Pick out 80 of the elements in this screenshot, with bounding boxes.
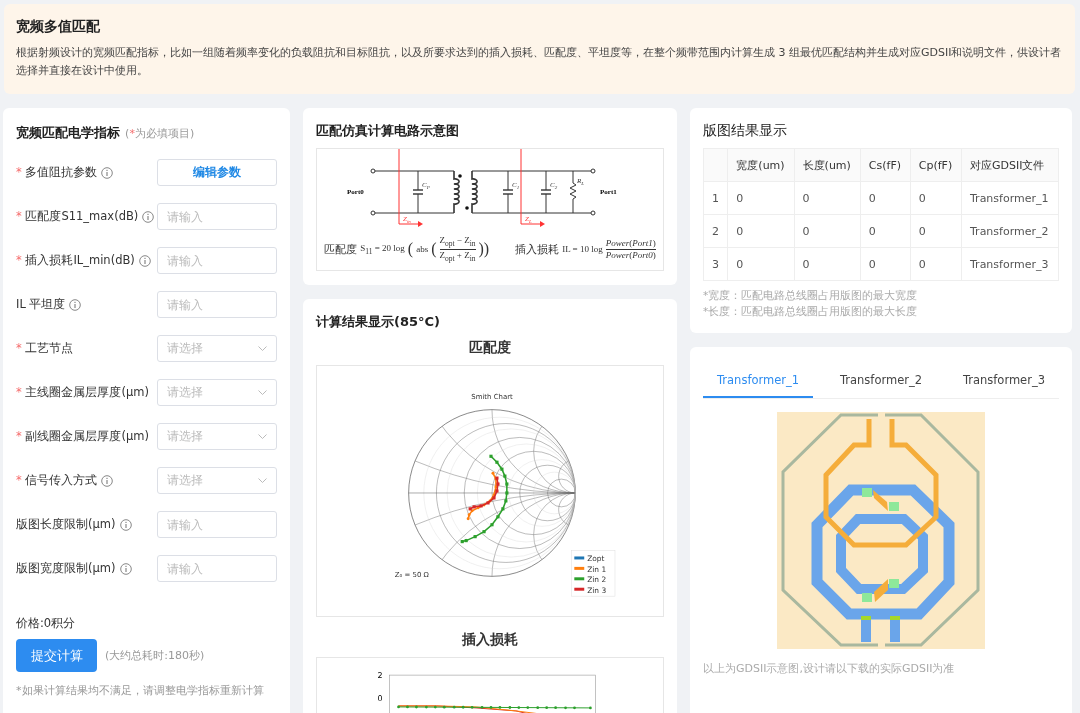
select-field[interactable]: 请选择 (157, 335, 277, 362)
chevron-down-icon (258, 433, 267, 440)
select-field[interactable]: 请选择 (157, 423, 277, 450)
fraction-text: Z$_{opt}$ − Z$_{in}$ Z$_{opt}$ + Z$_{in}$ (439, 235, 476, 264)
table-cell: Transformer_2 (961, 214, 1059, 248)
section-title: 宽频匹配电学指标 (16, 125, 120, 140)
chevron-down-icon (258, 345, 267, 352)
field-label: * 副线圈金属层厚度(μm) (16, 429, 149, 444)
field-label: * 多值阻抗参数 (16, 165, 98, 180)
column-header: 长度(um) (794, 148, 861, 182)
table-cell: 3 (703, 247, 728, 281)
transformer-tab[interactable]: Transformer_1 (703, 367, 814, 398)
field-label: * 主线圈金属层厚度(μm) (16, 385, 149, 400)
tick-label: 2 (377, 670, 383, 680)
table-cell: 0 (910, 181, 962, 215)
table-cell: 2 (703, 214, 728, 248)
table-cell: 0 (860, 214, 911, 248)
table-note: *长度：匹配电路总线圈占用版图的最大长度 (703, 304, 919, 319)
field-label: * 匹配度S11_max(dB) (16, 209, 139, 224)
select-field[interactable]: 请选择 (157, 467, 277, 494)
table-cell: 0 (727, 181, 795, 215)
table-cell: 0 (794, 214, 861, 248)
transformer-tab[interactable]: Transformer_3 (948, 367, 1059, 398)
price-text: 价格:0积分 (16, 616, 77, 631)
field-label: 版图宽度限制(μm) (16, 561, 116, 576)
table-cell: 0 (727, 247, 795, 281)
field-label: IL 平坦度 (16, 297, 66, 312)
tick-label: 0 (377, 693, 383, 703)
edit-params-button[interactable]: 编辑参数 (157, 159, 277, 186)
submit-button[interactable]: 提交计算 (16, 639, 97, 672)
column-header: 对应GDSII文件 (961, 148, 1059, 182)
column-header: 宽度(um) (727, 148, 795, 182)
dot-icon (458, 174, 462, 178)
field-label: 版图长度限制(μm) (16, 517, 116, 532)
field-label: * 信号传入方式 (16, 473, 98, 488)
formula-text: ( (431, 240, 437, 259)
table-note: *宽度：匹配电路总线圈占用版图的最大宽度 (703, 288, 919, 303)
transformer-tab[interactable]: Transformer_2 (825, 367, 937, 398)
column-header: Cs(fF) (860, 148, 911, 182)
preview-caption: 以上为GDSII示意图,设计请以下载的实际GDSII为准 (703, 661, 956, 676)
field-label: * 插入损耗IL_min(dB) (16, 253, 135, 268)
input-field[interactable]: 请输入 (157, 291, 277, 318)
formula-text: S$_{11}$ = 20 log (360, 242, 405, 256)
dot-icon (465, 206, 469, 210)
page-description: 根据射频设计的宽频匹配指标，比如一组随着频率变化的负载阻抗和目标阻抗，以及所要求达到的插入损耗、匹配度、平坦度等，在整个频带范围内计算生成 3 组最优匹配结构并生成对应GDSII和说明文件，供设计者选择并直接在设计中使用。 (16, 45, 1063, 79)
table-cell: 1 (703, 181, 728, 215)
required-note: (*为必填项目) (125, 127, 195, 140)
table-cell: 0 (794, 247, 861, 281)
formula-text: ( (407, 240, 414, 259)
chart-heading: 匹配度 (468, 338, 512, 357)
table-cell: 0 (794, 181, 861, 215)
table-cell: 0 (910, 214, 962, 248)
section-title: 匹配仿真计算电路示意图 (316, 122, 460, 140)
formula-text: abs (416, 244, 429, 255)
table-cell: 0 (860, 181, 911, 215)
select-field[interactable]: 请选择 (157, 379, 277, 406)
table-cell: Transformer_1 (961, 181, 1059, 215)
page-title: 宽频多值匹配 (16, 18, 101, 36)
input-field[interactable]: 请输入 (157, 247, 277, 274)
section-title: 版图结果显示 (703, 122, 788, 140)
time-estimate: (大约总耗时:180秒) (105, 648, 205, 663)
section-title: 计算结果显示(85°C) (316, 312, 441, 331)
formula-text: IL = 10 log (562, 244, 603, 255)
formula-text: )) (478, 240, 490, 259)
input-field[interactable]: 请输入 (157, 555, 277, 582)
footnote: *如果计算结果均不满足，请调整电学指标重新计算 (16, 683, 265, 699)
fraction-text: Power(Port1) Power(Port0) (605, 237, 656, 261)
field-label: * 工艺节点 (16, 341, 74, 356)
chart-heading: 插入损耗 (461, 630, 519, 649)
table-cell: Transformer_3 (961, 247, 1059, 281)
table-cell: 0 (727, 214, 795, 248)
input-field[interactable]: 请输入 (157, 511, 277, 538)
table-cell: 0 (860, 247, 911, 281)
table-cell: 0 (910, 247, 962, 281)
chevron-down-icon (258, 389, 267, 396)
formula-label: 插入损耗 (515, 241, 560, 257)
input-field[interactable]: 请输入 (157, 203, 277, 230)
column-header: Cp(fF) (910, 148, 962, 182)
formula-label: 匹配度 (324, 241, 358, 257)
chevron-down-icon (258, 477, 267, 484)
